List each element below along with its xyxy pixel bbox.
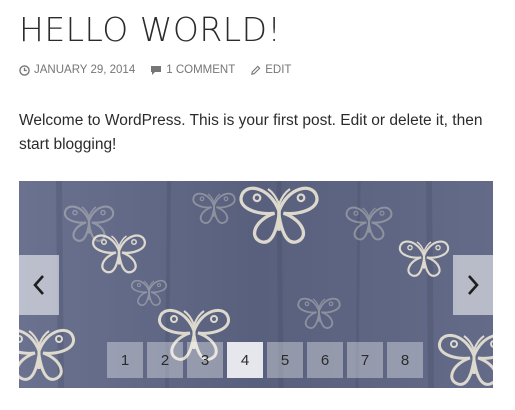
pager-item-6[interactable]: 6: [307, 342, 343, 378]
pager-item-7[interactable]: 7: [347, 342, 383, 378]
post-date-link[interactable]: JANUARY 29, 2014: [19, 64, 135, 76]
pager-item-1[interactable]: 1: [107, 342, 143, 378]
gallery-pager: 1 2 3 4 5 6 7 8: [107, 342, 427, 378]
post-date: JANUARY 29, 2014: [34, 64, 136, 76]
speech-bubble-icon: [151, 65, 162, 75]
pager-item-2[interactable]: 2: [147, 342, 183, 378]
gallery-next-button[interactable]: [453, 255, 493, 315]
pager-item-4[interactable]: 4: [227, 342, 263, 378]
comments-count: 1 COMMENT: [166, 64, 236, 76]
edit-link[interactable]: EDIT: [250, 64, 291, 76]
chevron-right-icon: [468, 275, 479, 295]
pager-item-5[interactable]: 5: [267, 342, 303, 378]
image-gallery-slider[interactable]: 1 2 3 4 5 6 7 8: [19, 181, 493, 388]
post-content: Welcome to WordPress. This is your first…: [19, 112, 483, 153]
gallery-prev-button[interactable]: [19, 255, 59, 315]
chevron-left-icon: [33, 275, 44, 295]
post-meta: JANUARY 29, 2014 1 COMMENT EDIT: [19, 62, 306, 78]
pager-item-8[interactable]: 8: [387, 342, 423, 378]
pager-item-3[interactable]: 3: [187, 342, 223, 378]
post-title[interactable]: HELLO WORLD!: [19, 10, 281, 50]
edit-label: EDIT: [265, 64, 292, 76]
clock-icon: [19, 64, 30, 76]
comments-link[interactable]: 1 COMMENT: [150, 64, 235, 76]
pencil-icon: [251, 65, 261, 75]
